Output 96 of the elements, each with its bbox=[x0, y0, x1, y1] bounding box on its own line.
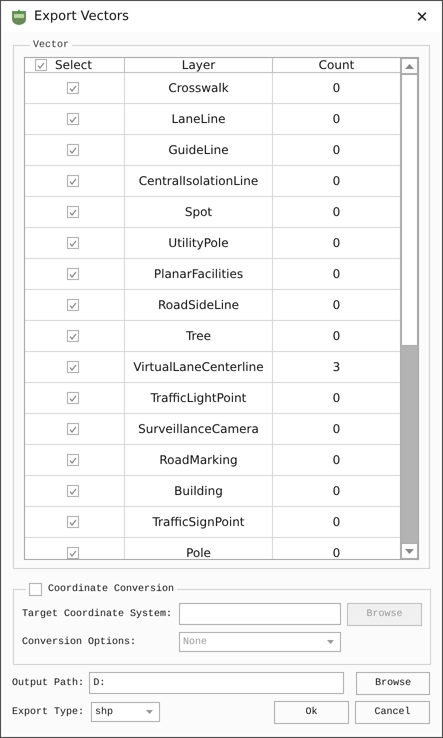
check-icon bbox=[69, 208, 77, 216]
field-label: Export Type: bbox=[12, 706, 86, 718]
check-icon bbox=[69, 116, 77, 122]
row-checkbox[interactable] bbox=[67, 113, 79, 125]
select-all-checkbox[interactable] bbox=[35, 59, 47, 71]
check-icon bbox=[69, 332, 77, 340]
check-icon bbox=[69, 240, 77, 246]
row-checkbox[interactable] bbox=[67, 454, 79, 466]
check-icon bbox=[69, 270, 77, 278]
row-checkbox[interactable] bbox=[67, 423, 79, 435]
table-cell: Building bbox=[125, 476, 273, 506]
check-icon bbox=[69, 364, 77, 370]
table-cell: TrafficSignPoint bbox=[125, 507, 273, 537]
dropdown-value: shp bbox=[95, 706, 114, 718]
column-label: Select bbox=[55, 58, 92, 72]
type-dropdown[interactable]: shp bbox=[91, 702, 160, 722]
table-cell: GuideLine bbox=[125, 135, 273, 165]
field-label: Target Coordinate System: bbox=[22, 608, 174, 620]
check-icon bbox=[69, 550, 77, 556]
table-cell-text: 0 bbox=[332, 142, 342, 159]
group-title: Vector bbox=[32, 40, 70, 51]
close-button[interactable]: ✕ bbox=[402, 1, 442, 32]
row-checkbox[interactable] bbox=[67, 82, 79, 94]
input-field[interactable] bbox=[179, 603, 341, 625]
row-checkbox[interactable] bbox=[67, 392, 79, 404]
check-icon bbox=[69, 146, 77, 154]
table-cell-text: 3 bbox=[332, 359, 342, 376]
table-cell: RoadSideLine bbox=[125, 290, 273, 320]
dialog-button[interactable]: Cancel bbox=[355, 700, 430, 724]
dialog-button[interactable]: Ok bbox=[274, 700, 349, 724]
row-checkbox[interactable] bbox=[67, 330, 79, 342]
table-cell: RoadMarking bbox=[125, 445, 273, 475]
coordinate-checkbox[interactable] bbox=[29, 583, 42, 596]
table-cell: VirtualLaneCenterline bbox=[125, 352, 273, 382]
check-icon bbox=[69, 84, 77, 92]
table-cell: TrafficLightPoint bbox=[125, 383, 273, 413]
row-checkbox[interactable] bbox=[67, 206, 79, 218]
check-icon bbox=[69, 178, 77, 184]
column-header[interactable]: Count bbox=[273, 58, 400, 72]
caret-icon bbox=[327, 640, 334, 644]
row-checkbox[interactable] bbox=[67, 547, 79, 559]
table-cell-text: 0 bbox=[332, 235, 342, 252]
column-header[interactable]: Select bbox=[25, 58, 125, 72]
scroll-thumb[interactable] bbox=[401, 74, 418, 346]
app-icon bbox=[10, 8, 28, 26]
check-icon bbox=[37, 62, 45, 68]
table-cell-text: 0 bbox=[332, 204, 342, 221]
window-title: Export Vectors bbox=[34, 9, 130, 24]
check-icon bbox=[69, 456, 77, 464]
row-checkbox[interactable] bbox=[67, 237, 79, 249]
table-cell-text: 0 bbox=[332, 483, 342, 500]
group-title: Coordinate Conversion bbox=[48, 584, 174, 595]
check-icon bbox=[69, 426, 77, 432]
scroll-up-button[interactable] bbox=[401, 58, 418, 74]
table-cell-text: 0 bbox=[332, 173, 342, 190]
scroll-down-button[interactable] bbox=[401, 543, 418, 559]
table-cell-text: 0 bbox=[332, 452, 342, 469]
row-checkbox[interactable] bbox=[67, 361, 79, 373]
table-cell-text: 0 bbox=[332, 111, 342, 128]
dropdown-value: None bbox=[183, 636, 208, 648]
path-field[interactable]: D: bbox=[89, 672, 344, 694]
row-checkbox[interactable] bbox=[67, 485, 79, 497]
table-cell-text: 0 bbox=[332, 80, 342, 97]
check-icon bbox=[69, 394, 77, 402]
caret-icon bbox=[146, 710, 153, 714]
table-cell: Tree bbox=[125, 321, 273, 351]
row-checkbox[interactable] bbox=[67, 268, 79, 280]
table-cell-text: 0 bbox=[332, 514, 342, 531]
check-icon bbox=[69, 302, 77, 308]
field-label: Output Path: bbox=[12, 678, 86, 688]
row-checkbox[interactable] bbox=[67, 516, 79, 528]
row-checkbox[interactable] bbox=[67, 175, 79, 187]
table-cell-text: 0 bbox=[332, 390, 342, 407]
table-cell: Pole bbox=[125, 538, 273, 559]
table-cell-text: 0 bbox=[332, 421, 342, 438]
table-cell: LaneLine bbox=[125, 104, 273, 134]
table-cell: Crosswalk bbox=[125, 73, 273, 103]
table-cell: Spot bbox=[125, 197, 273, 227]
table-cell: SurveillanceCamera bbox=[125, 414, 273, 444]
table-cell: PlanarFacilities bbox=[125, 259, 273, 289]
browse-button[interactable]: Browse bbox=[356, 672, 430, 694]
triangle-up-icon bbox=[405, 64, 414, 68]
table-cell-text: 0 bbox=[332, 545, 342, 559]
field-label: Conversion Options: bbox=[22, 636, 138, 648]
table-cell: CentralIsolationLine bbox=[125, 166, 273, 196]
table-cell-text: 0 bbox=[332, 266, 342, 283]
row-checkbox[interactable] bbox=[67, 144, 79, 156]
table-cell-text: 0 bbox=[332, 328, 342, 345]
row-checkbox[interactable] bbox=[67, 299, 79, 311]
table-cell-text: 0 bbox=[332, 297, 342, 314]
check-icon bbox=[69, 518, 77, 526]
triangle-down-icon bbox=[405, 548, 414, 554]
table-cell: UtilityPole bbox=[125, 228, 273, 258]
column-header[interactable]: Layer bbox=[125, 58, 273, 72]
check-icon bbox=[69, 488, 77, 494]
scrollbar[interactable] bbox=[400, 58, 418, 559]
